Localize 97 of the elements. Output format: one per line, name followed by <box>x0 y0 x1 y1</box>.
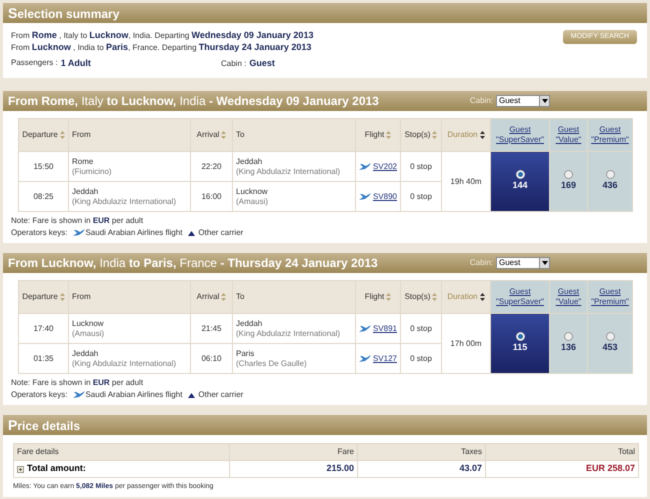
airplane-icon <box>359 162 371 170</box>
airplane-icon <box>359 354 371 362</box>
triangle-icon <box>188 392 196 398</box>
fare-price: 144 <box>512 179 528 192</box>
fare-price: 436 <box>602 179 618 192</box>
fare-radio[interactable] <box>564 332 573 342</box>
total-label: Total amount: <box>27 462 86 476</box>
taxes-amount: 43.07 <box>358 460 486 478</box>
sort-icon[interactable] <box>480 130 485 139</box>
column-header: Fare details <box>14 444 230 460</box>
cabin-select[interactable]: Guest <box>496 257 550 269</box>
route-summary: From Rome , Italy to Lucknow, India. Departing Wednesday 09 January 2013 <box>11 29 314 41</box>
column-header: To <box>232 118 356 152</box>
fare-cell[interactable]: 453 <box>588 314 632 374</box>
departure-time: 01:35 <box>18 344 68 374</box>
destination-city: Lucknow <box>236 186 269 196</box>
fare-radio[interactable] <box>606 332 614 342</box>
section-title: From Lucknow, India to Paris, France - Thursday 24 January 2013 <box>8 255 378 272</box>
airplane-icon <box>73 391 86 399</box>
total-amount: EUR 258.07 <box>486 460 638 478</box>
column-header[interactable]: Stop(s) <box>400 118 442 152</box>
column-header: Fare <box>230 444 358 460</box>
fare-radio[interactable] <box>516 332 524 342</box>
fare-note: Note: Fare is shown in EUR per adult <box>11 377 144 389</box>
cabin-value: Guest <box>249 57 275 70</box>
passengers-label: Passengers : <box>11 57 58 70</box>
fare-radio[interactable] <box>606 170 614 180</box>
cabin-label: Cabin : <box>221 58 246 70</box>
fare-radio[interactable] <box>564 170 573 180</box>
column-header: From <box>68 280 190 314</box>
fare-radio[interactable] <box>516 170 524 180</box>
departure-time: 15:50 <box>18 152 68 182</box>
origin-airport: (Amausi) <box>72 328 106 338</box>
departure-time: 08:25 <box>18 182 68 212</box>
origin-airport: (King Abdulaziz International) <box>72 358 178 368</box>
origin-city: Jeddah <box>72 348 100 358</box>
destination-airport: (King Abdulaziz International) <box>236 328 342 338</box>
expand-icon[interactable] <box>17 466 24 472</box>
dropdown-icon <box>542 99 548 103</box>
operators-keys-label: Operators keys: <box>11 227 68 239</box>
origin-airport: (Fiumicino) <box>72 166 113 176</box>
passengers-value: 1 Adult <box>60 57 91 70</box>
fare-cell[interactable]: 136 <box>550 314 588 374</box>
fare-price: 136 <box>560 341 576 354</box>
cabin-label: Cabin: <box>470 257 493 269</box>
destination-city: Jeddah <box>236 318 264 328</box>
operator-key: Saudi Arabian Airlines flight <box>85 227 182 239</box>
airplane-icon <box>359 192 371 200</box>
column-header[interactable]: Departure <box>18 280 68 314</box>
fare-note: Note: Fare is shown in EUR per adult <box>11 215 144 227</box>
origin-city: Rome <box>72 156 94 166</box>
column-header: To <box>232 280 356 314</box>
section-title: From Rome, Italy to Lucknow, India - Wednesday 09 January 2013 <box>8 93 379 110</box>
column-header[interactable]: Stop(s) <box>400 280 442 314</box>
route-summary: From Lucknow , India to Paris, France. Departing Thursday 24 January 2013 <box>11 41 312 53</box>
fare-cell[interactable]: 436 <box>588 152 632 212</box>
sort-icon[interactable] <box>480 292 485 301</box>
column-header: From <box>68 118 190 152</box>
column-header[interactable]: Arrival <box>190 118 232 152</box>
section-title: Selection summary <box>8 4 120 22</box>
cabin-label: Cabin: <box>470 95 493 107</box>
column-header: Taxes <box>358 444 486 460</box>
origin-city: Lucknow <box>72 318 105 328</box>
fare-price: 453 <box>602 341 618 354</box>
column-header: Total <box>486 444 638 460</box>
column-header[interactable]: Flight <box>356 280 400 314</box>
operator-key: Other carrier <box>198 389 244 401</box>
destination-city: Paris <box>236 348 256 358</box>
destination-city: Jeddah <box>236 156 264 166</box>
destination-airport: (Charles De Gaulle) <box>236 358 308 368</box>
destination-airport: (King Abdulaziz International) <box>236 166 342 176</box>
operator-key: Other carrier <box>198 227 244 239</box>
triangle-icon <box>188 230 196 236</box>
arrival-time: 16:00 <box>190 182 232 212</box>
stops-cell: 0 stop <box>400 182 442 212</box>
cabin-select[interactable]: Guest <box>496 95 550 107</box>
destination-airport: (Amausi) <box>236 196 270 206</box>
fare-cell[interactable]: 115 <box>490 314 550 374</box>
column-header[interactable]: Arrival <box>190 280 232 314</box>
fare-price: 169 <box>560 179 576 192</box>
column-header[interactable]: Flight <box>356 118 400 152</box>
fare-amount: 215.00 <box>230 460 358 478</box>
fare-cell[interactable]: 144 <box>490 152 550 212</box>
operator-key: Saudi Arabian Airlines flight <box>85 389 182 401</box>
fare-price: 115 <box>512 341 528 354</box>
departure-time: 17:40 <box>18 314 68 344</box>
operators-keys-label: Operators keys: <box>11 389 68 401</box>
airplane-icon <box>359 324 371 332</box>
origin-city: Jeddah <box>72 186 100 196</box>
arrival-time: 06:10 <box>190 344 232 374</box>
fare-cell[interactable]: 169 <box>550 152 588 212</box>
airplane-icon <box>73 229 86 237</box>
section-title: Price details <box>8 416 80 434</box>
dropdown-icon <box>542 261 548 265</box>
column-header[interactable]: Departure <box>18 118 68 152</box>
stops-cell: 0 stop <box>400 344 442 374</box>
origin-airport: (King Abdulaziz International) <box>72 196 178 206</box>
